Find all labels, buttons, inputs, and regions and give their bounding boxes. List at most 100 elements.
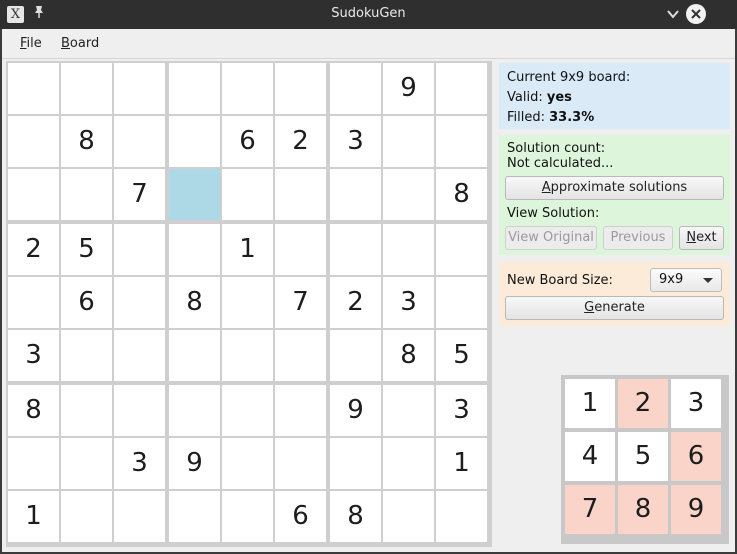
board-cell[interactable] [61, 169, 112, 220]
board-cell[interactable] [114, 385, 165, 436]
chevron-down-icon[interactable] [664, 5, 682, 23]
board-cell[interactable] [383, 169, 434, 220]
board-cell[interactable] [61, 63, 112, 114]
board-cell[interactable]: 3 [114, 438, 165, 489]
board-cell[interactable] [8, 438, 59, 489]
board-cell[interactable] [114, 63, 165, 114]
keypad-key[interactable]: 3 [671, 379, 721, 428]
board-cell[interactable] [222, 63, 273, 114]
board-cell[interactable] [436, 63, 487, 114]
board-cell[interactable]: 5 [61, 224, 112, 275]
board-size-select[interactable]: 9x9 [650, 268, 722, 292]
board-cell[interactable]: 7 [114, 169, 165, 220]
board-cell[interactable] [436, 277, 487, 328]
board-cell[interactable] [275, 385, 326, 436]
board-cell[interactable] [436, 224, 487, 275]
board-cell[interactable]: 9 [169, 438, 220, 489]
board-cell[interactable] [169, 491, 220, 542]
board-cell[interactable] [383, 385, 434, 436]
board-cell[interactable] [436, 116, 487, 167]
board-cell[interactable]: 7 [275, 277, 326, 328]
board-cell[interactable]: 3 [330, 116, 381, 167]
board-cell[interactable] [222, 277, 273, 328]
generate-button[interactable]: Generate [505, 296, 724, 320]
menu-board[interactable]: Board [61, 36, 99, 51]
board-cell[interactable] [61, 385, 112, 436]
approximate-solutions-button[interactable]: Approximate solutions [505, 176, 724, 200]
board-cell[interactable]: 8 [436, 169, 487, 220]
board-cell[interactable] [222, 385, 273, 436]
board-cell[interactable] [8, 277, 59, 328]
board-cell[interactable] [436, 491, 487, 542]
board-cell[interactable]: 6 [222, 116, 273, 167]
board-cell[interactable]: 1 [436, 438, 487, 489]
menu-file[interactable]: File [20, 36, 42, 51]
board-cell[interactable] [61, 438, 112, 489]
view-original-button[interactable]: View Original [505, 226, 597, 250]
board-cell[interactable] [275, 224, 326, 275]
board-cell[interactable] [383, 438, 434, 489]
board-cell[interactable] [169, 63, 220, 114]
board-cell[interactable]: 8 [383, 330, 434, 381]
board-cell[interactable] [169, 116, 220, 167]
board-cell[interactable] [8, 169, 59, 220]
board-cell[interactable] [222, 491, 273, 542]
close-icon[interactable] [686, 4, 706, 24]
keypad-key[interactable]: 2 [618, 379, 668, 428]
board-cell[interactable] [275, 169, 326, 220]
board-cell[interactable]: 3 [436, 385, 487, 436]
board-cell[interactable] [330, 330, 381, 381]
board-cell[interactable] [169, 385, 220, 436]
board-cell[interactable]: 3 [8, 330, 59, 381]
keypad-key[interactable]: 4 [565, 432, 615, 481]
board-cell[interactable] [330, 169, 381, 220]
board-cell[interactable] [330, 63, 381, 114]
board-cell[interactable] [114, 330, 165, 381]
board-cell[interactable] [114, 116, 165, 167]
board-cell[interactable] [275, 330, 326, 381]
board-cell[interactable]: 5 [436, 330, 487, 381]
board-cell[interactable]: 8 [169, 277, 220, 328]
board-cell[interactable]: 6 [61, 277, 112, 328]
keypad-key[interactable]: 9 [671, 485, 721, 534]
board-cell[interactable]: 8 [61, 116, 112, 167]
board-cell[interactable] [222, 169, 273, 220]
board-cell[interactable] [169, 224, 220, 275]
board-cell[interactable] [275, 438, 326, 489]
board-cell[interactable] [383, 224, 434, 275]
board-cell[interactable] [275, 63, 326, 114]
board-cell[interactable] [114, 277, 165, 328]
board-cell[interactable] [8, 116, 59, 167]
board-cell[interactable]: 8 [330, 491, 381, 542]
board-cell[interactable] [222, 438, 273, 489]
keypad-key[interactable]: 6 [671, 432, 721, 481]
board-cell[interactable] [61, 491, 112, 542]
keypad-key[interactable]: 1 [565, 379, 615, 428]
board-cell[interactable]: 2 [275, 116, 326, 167]
board-cell[interactable] [330, 224, 381, 275]
board-cell[interactable]: 8 [8, 385, 59, 436]
board-cell[interactable] [330, 438, 381, 489]
board-cell[interactable] [383, 116, 434, 167]
board-cell[interactable] [383, 491, 434, 542]
previous-button[interactable]: Previous [603, 226, 673, 250]
board-cell[interactable] [169, 330, 220, 381]
keypad-key[interactable]: 5 [618, 432, 668, 481]
board-cell[interactable] [169, 169, 220, 220]
keypad-key[interactable]: 7 [565, 485, 615, 534]
board-cell[interactable]: 9 [330, 385, 381, 436]
board-cell[interactable] [114, 224, 165, 275]
board-cell[interactable]: 3 [383, 277, 434, 328]
board-cell[interactable]: 2 [8, 224, 59, 275]
board-cell[interactable] [61, 330, 112, 381]
board-cell[interactable]: 6 [275, 491, 326, 542]
keypad-key[interactable]: 8 [618, 485, 668, 534]
board-cell[interactable] [114, 491, 165, 542]
board-cell[interactable]: 1 [222, 224, 273, 275]
board-cell[interactable]: 2 [330, 277, 381, 328]
board-cell[interactable]: 1 [8, 491, 59, 542]
board-cell[interactable] [222, 330, 273, 381]
next-button[interactable]: Next [679, 226, 724, 250]
board-cell[interactable] [8, 63, 59, 114]
board-cell[interactable]: 9 [383, 63, 434, 114]
